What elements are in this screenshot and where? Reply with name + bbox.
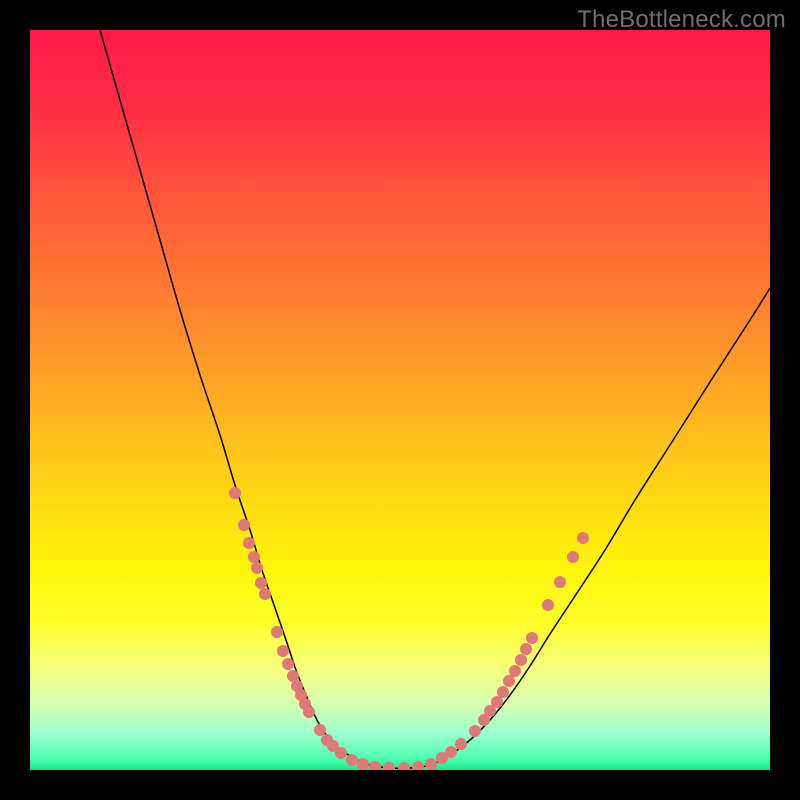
curve-layer	[30, 30, 770, 770]
data-dot	[277, 645, 289, 657]
data-dot	[398, 762, 410, 770]
data-dot	[282, 658, 294, 670]
data-dot	[248, 551, 260, 563]
data-dot	[526, 632, 538, 644]
data-dot	[303, 706, 315, 718]
plot-area	[30, 30, 770, 770]
data-dot	[412, 761, 424, 770]
data-dot	[554, 576, 566, 588]
data-dot	[255, 577, 267, 589]
data-dot	[335, 747, 347, 759]
v-curve-path	[100, 30, 770, 768]
data-dot	[314, 724, 326, 736]
dots-group	[229, 487, 589, 770]
data-dot	[357, 758, 369, 770]
watermark-text: TheBottleneck.com	[577, 6, 786, 34]
data-dot	[497, 686, 509, 698]
data-dot	[520, 643, 532, 655]
data-dot	[515, 654, 527, 666]
data-dot	[567, 551, 579, 563]
data-dot	[542, 599, 554, 611]
data-dot	[383, 762, 395, 770]
data-dot	[445, 746, 457, 758]
bottleneck-chart: TheBottleneck.com	[0, 0, 800, 800]
data-dot	[259, 588, 271, 600]
data-dot	[369, 761, 381, 770]
data-dot	[577, 532, 589, 544]
data-dot	[509, 665, 521, 677]
data-dot	[229, 487, 241, 499]
data-dot	[238, 519, 250, 531]
data-dot	[425, 758, 437, 770]
data-dot	[503, 675, 515, 687]
data-dot	[469, 725, 481, 737]
data-dot	[491, 696, 503, 708]
data-dot	[346, 754, 358, 766]
data-dot	[455, 738, 467, 750]
data-dot	[251, 562, 263, 574]
data-dot	[243, 537, 255, 549]
data-dot	[271, 626, 283, 638]
